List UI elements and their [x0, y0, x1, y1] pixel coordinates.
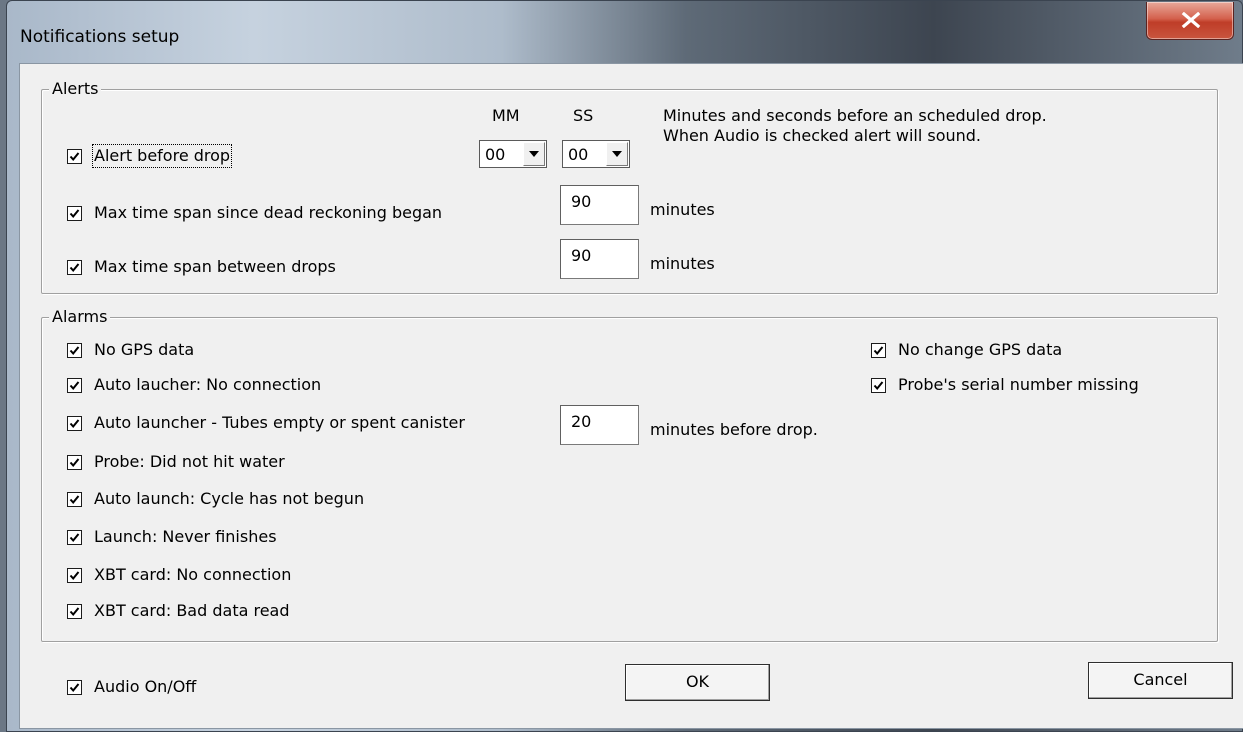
checkbox-box[interactable] [67, 342, 82, 358]
close-icon [1181, 12, 1201, 28]
checkbox-label: Probe: Did not hit water [94, 452, 285, 471]
checkbox-box[interactable] [67, 567, 82, 583]
checkbox-label: No change GPS data [898, 340, 1063, 359]
close-button[interactable] [1146, 2, 1234, 40]
window-title: Notifications setup [20, 27, 180, 47]
checkbox-label: No GPS data [94, 340, 195, 359]
alarm-serial-missing-checkbox[interactable]: Probe's serial number missing [871, 375, 1139, 395]
chevron-down-icon [612, 151, 622, 157]
alarms-legend: Alarms [49, 307, 111, 327]
between-drops-unit: minutes [650, 254, 715, 273]
checkbox-label: Max time span between drops [94, 257, 336, 276]
seconds-dropdown[interactable]: 00 [562, 140, 630, 168]
tubes-unit: minutes before drop. [650, 420, 818, 439]
checkbox-label: XBT card: Bad data read [94, 601, 290, 620]
check-icon [69, 345, 80, 355]
alarms-group: Alarms [41, 307, 1218, 642]
check-icon [69, 380, 80, 390]
alerts-legend: Alerts [49, 79, 102, 99]
alarm-tubes-empty-checkbox[interactable]: Auto launcher - Tubes empty or spent can… [67, 413, 465, 433]
checkbox-box[interactable] [67, 259, 82, 275]
alert-note: Minutes and seconds before an scheduled … [663, 106, 1047, 145]
ss-header: SS [573, 106, 594, 125]
cancel-button[interactable]: Cancel [1088, 662, 1233, 699]
minutes-dropdown[interactable]: 00 [479, 140, 547, 168]
alarm-launcher-connection-checkbox[interactable]: Auto laucher: No connection [67, 375, 321, 395]
check-icon [69, 570, 80, 580]
check-icon [69, 494, 80, 504]
ok-button[interactable]: OK [625, 664, 770, 701]
alarm-xbt-connection-checkbox[interactable]: XBT card: No connection [67, 565, 291, 585]
checkbox-label: Alert before drop [91, 144, 233, 168]
between-drops-minutes-input[interactable]: 90 [560, 239, 639, 279]
check-icon [69, 418, 80, 428]
seconds-value: 00 [568, 145, 589, 164]
checkbox-label: Auto laucher: No connection [94, 375, 322, 394]
checkbox-box[interactable] [67, 454, 82, 470]
alarm-cycle-not-begun-checkbox[interactable]: Auto launch: Cycle has not begun [67, 489, 364, 509]
title-bar[interactable]: Notifications setup [7, 1, 1242, 63]
chevron-down-icon [529, 151, 539, 157]
checkbox-box[interactable] [67, 679, 82, 695]
checkbox-label: Audio On/Off [94, 677, 197, 696]
minutes-value: 00 [485, 145, 506, 164]
dialog-window: Notifications setup Alerts MM SS Alert b… [6, 0, 1243, 732]
checkbox-box[interactable] [67, 148, 82, 164]
dropdown-arrow[interactable] [606, 142, 628, 166]
checkbox-label: XBT card: No connection [94, 565, 292, 584]
dropdown-arrow[interactable] [523, 142, 545, 166]
alarm-no-change-gps-checkbox[interactable]: No change GPS data [871, 340, 1062, 360]
dead-reckoning-checkbox[interactable]: Max time span since dead reckoning began [67, 203, 442, 223]
checkbox-box[interactable] [67, 529, 82, 545]
audio-toggle-checkbox[interactable]: Audio On/Off [67, 677, 196, 697]
check-icon [873, 380, 884, 390]
checkbox-label: Auto launcher - Tubes empty or spent can… [94, 413, 465, 432]
checkbox-box[interactable] [67, 603, 82, 619]
checkbox-box[interactable] [67, 377, 82, 393]
checkbox-label: Auto launch: Cycle has not begun [94, 489, 365, 508]
checkbox-label: Max time span since dead reckoning began [94, 203, 443, 222]
alarm-xbt-bad-data-checkbox[interactable]: XBT card: Bad data read [67, 601, 290, 621]
check-icon [69, 457, 80, 467]
check-icon [69, 151, 80, 161]
alarm-probe-water-checkbox[interactable]: Probe: Did not hit water [67, 452, 285, 472]
alarm-launch-never-finishes-checkbox[interactable]: Launch: Never finishes [67, 527, 277, 547]
mm-header: MM [492, 106, 520, 125]
tubes-minutes-input[interactable]: 20 [560, 405, 639, 445]
checkbox-box[interactable] [67, 205, 82, 221]
dead-reckoning-unit: minutes [650, 200, 715, 219]
checkbox-box[interactable] [871, 377, 886, 393]
alarm-no-gps-checkbox[interactable]: No GPS data [67, 340, 194, 360]
check-icon [69, 262, 80, 272]
check-icon [69, 208, 80, 218]
between-drops-checkbox[interactable]: Max time span between drops [67, 257, 336, 277]
dialog-body: Alerts MM SS Alert before drop 00 00 Min… [19, 63, 1243, 729]
check-icon [69, 682, 80, 692]
dead-reckoning-minutes-input[interactable]: 90 [560, 185, 639, 225]
check-icon [69, 532, 80, 542]
checkbox-box[interactable] [871, 342, 886, 358]
check-icon [69, 606, 80, 616]
alert-before-drop-checkbox[interactable]: Alert before drop [67, 144, 233, 168]
checkbox-label: Launch: Never finishes [94, 527, 277, 546]
checkbox-label: Probe's serial number missing [898, 375, 1139, 394]
check-icon [873, 345, 884, 355]
checkbox-box[interactable] [67, 415, 82, 431]
checkbox-box[interactable] [67, 491, 82, 507]
